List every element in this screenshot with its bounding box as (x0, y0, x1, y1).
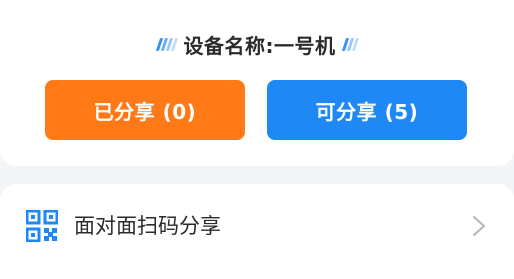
shared-button-label: 已分享 (0) (93, 99, 197, 124)
scan-share-label: 面对面扫码分享 (74, 214, 221, 238)
chevron-right-icon (473, 216, 485, 236)
scan-share-card: 面对面扫码分享 (0, 184, 514, 279)
available-share-button[interactable]: 可分享 (5) (267, 80, 467, 140)
decorative-stripes-left-icon (155, 37, 178, 51)
available-share-button-label: 可分享 (5) (315, 99, 419, 124)
decorative-stripes-right-icon (341, 37, 359, 51)
shared-button[interactable]: 已分享 (0) (45, 80, 245, 140)
qr-code-icon (26, 210, 58, 242)
device-share-card: 设备名称:一号机 已分享 (0) 可分享 (5) (0, 0, 514, 166)
scan-share-row[interactable]: 面对面扫码分享 (0, 184, 514, 269)
device-name-label: 设备名称:一号机 (183, 33, 336, 58)
device-name-header: 设备名称:一号机 (0, 30, 514, 58)
